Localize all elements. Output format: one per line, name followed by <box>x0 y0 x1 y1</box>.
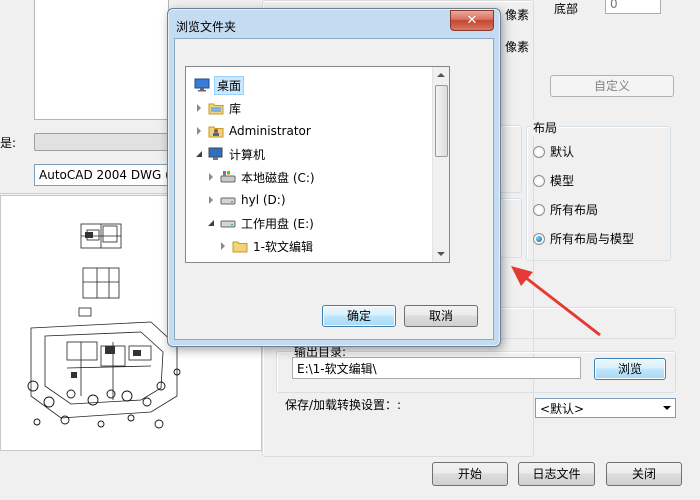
cancel-button[interactable]: 取消 <box>404 305 478 327</box>
radio-all-layouts-model-label: 所有布局与模型 <box>550 232 635 246</box>
tree-item-label: 桌面 <box>213 75 245 95</box>
user-folder-icon <box>208 124 224 138</box>
collapse-arrow-icon[interactable] <box>194 151 204 157</box>
dialog-close-button[interactable]: ✕ <box>450 10 494 31</box>
tree-item-label: Administrator <box>229 124 311 138</box>
browse-button[interactable]: 浏览 <box>594 358 666 380</box>
tree-item[interactable]: 2-节日用图 <box>218 259 313 263</box>
collapse-arrow-icon[interactable] <box>206 220 216 226</box>
log-file-button[interactable]: 日志文件 <box>518 462 595 486</box>
bottom-label: 底部 <box>554 2 579 16</box>
radio-default[interactable]: 默认 <box>533 143 574 160</box>
tree-item-label: 本地磁盘 (C:) <box>241 170 315 185</box>
layout-group-title: 布局 <box>531 119 560 136</box>
radio-all-layouts-circle[interactable] <box>533 203 545 216</box>
status-bar-left <box>34 133 169 151</box>
tree-item-label: 2-节日用图 <box>253 261 313 263</box>
chevron-down-icon <box>659 399 675 417</box>
start-button[interactable]: 开始 <box>432 462 508 486</box>
ok-button[interactable]: 确定 <box>322 305 396 327</box>
expand-arrow-icon[interactable] <box>206 196 216 204</box>
radio-default-circle[interactable] <box>533 145 545 158</box>
folder-tree[interactable]: 2-节日用图 1-软文编辑 工作用盘 (E:) hyl (D:) 本地磁盘 (C:) 计算… <box>185 66 450 263</box>
radio-model-circle[interactable] <box>533 174 545 187</box>
left-cut-label: 是: <box>0 136 17 150</box>
radio-model-label: 模型 <box>550 174 575 188</box>
expand-arrow-icon[interactable] <box>218 242 228 250</box>
tree-item[interactable]: 计算机 <box>194 144 265 164</box>
annotation-arrow <box>511 266 601 337</box>
close-icon: ✕ <box>466 13 478 28</box>
radio-all-layouts[interactable]: 所有布局 <box>533 201 598 218</box>
inner-groupbox-1 <box>500 125 522 193</box>
tree-item-label: 计算机 <box>229 147 266 162</box>
bottom-input[interactable]: 0 <box>605 0 661 14</box>
tree-scrollbar[interactable] <box>432 67 449 262</box>
preview-box-top <box>34 0 169 120</box>
tree-item-label: 1-软文编辑 <box>253 239 313 254</box>
tree-item-label: 库 <box>229 101 242 116</box>
tree-item[interactable]: 桌面 <box>194 75 245 95</box>
scroll-up-icon[interactable] <box>437 73 445 77</box>
close-app-button[interactable]: 关闭 <box>606 462 682 486</box>
radio-all-layouts-model-circle[interactable] <box>533 232 545 245</box>
scroll-down-icon[interactable] <box>437 252 445 256</box>
browse-folder-dialog: 浏览文件夹 ✕ 2-节日用图 1-软文编辑 工作用盘 (E:) hyl (D:) 本地磁… <box>167 8 501 347</box>
expand-arrow-icon[interactable] <box>194 104 204 112</box>
tree-item-label: 工作用盘 (E:) <box>241 216 314 231</box>
radio-all-layouts-model[interactable]: 所有布局与模型 <box>533 230 634 247</box>
settings-dropdown[interactable]: <默认> <box>535 398 676 418</box>
expand-arrow-icon[interactable] <box>206 173 216 181</box>
expand-arrow-icon[interactable] <box>194 127 204 135</box>
dialog-title: 浏览文件夹 <box>176 20 237 34</box>
computer-icon <box>208 147 224 161</box>
system-drive-icon <box>220 170 236 184</box>
radio-all-layouts-label: 所有布局 <box>550 203 599 217</box>
radio-default-label: 默认 <box>550 145 575 159</box>
folder-icon <box>232 262 248 263</box>
tree-item[interactable]: 工作用盘 (E:) <box>206 213 314 233</box>
tree-item[interactable]: 库 <box>194 98 241 118</box>
format-dropdown-value: AutoCAD 2004 DWG (*.d <box>39 168 168 182</box>
drive-icon <box>220 216 236 230</box>
tree-item-label: hyl (D:) <box>241 193 286 207</box>
radio-model[interactable]: 模型 <box>533 172 574 189</box>
settings-label: 保存/加载转换设置：: <box>285 398 402 412</box>
format-dropdown[interactable]: AutoCAD 2004 DWG (*.d <box>34 164 169 186</box>
folder-icon <box>232 239 248 253</box>
divider-line <box>0 193 170 194</box>
inner-groupbox-2 <box>500 198 522 258</box>
tree-item[interactable]: Administrator <box>194 121 311 141</box>
custom-button[interactable]: 自定义 <box>550 75 674 97</box>
scroll-thumb[interactable] <box>435 85 448 157</box>
tree-item[interactable]: hyl (D:) <box>206 190 286 210</box>
settings-dropdown-value: <默认> <box>540 401 585 416</box>
tree-item[interactable]: 本地磁盘 (C:) <box>206 167 315 187</box>
tree-item[interactable]: 1-软文编辑 <box>218 236 313 256</box>
output-dir-input[interactable]: E:\1-软文编辑\ <box>292 357 581 379</box>
library-icon <box>208 101 224 115</box>
desktop-icon <box>194 78 210 92</box>
drive-icon <box>220 193 236 207</box>
